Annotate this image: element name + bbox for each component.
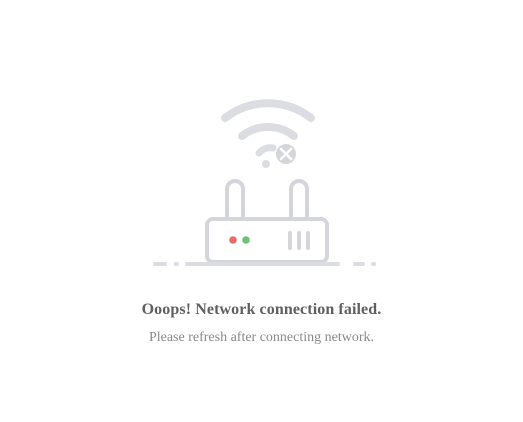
router-icon bbox=[205, 179, 329, 264]
network-error-illustration bbox=[140, 90, 390, 280]
close-circle-icon bbox=[276, 144, 296, 164]
wifi-icon bbox=[221, 99, 315, 168]
error-subtitle: Please refresh after connecting network. bbox=[148, 330, 375, 345]
error-title: Ooops! Network connection failed. bbox=[141, 301, 382, 318]
status-led-green bbox=[242, 236, 250, 244]
status-led-red bbox=[229, 236, 237, 244]
